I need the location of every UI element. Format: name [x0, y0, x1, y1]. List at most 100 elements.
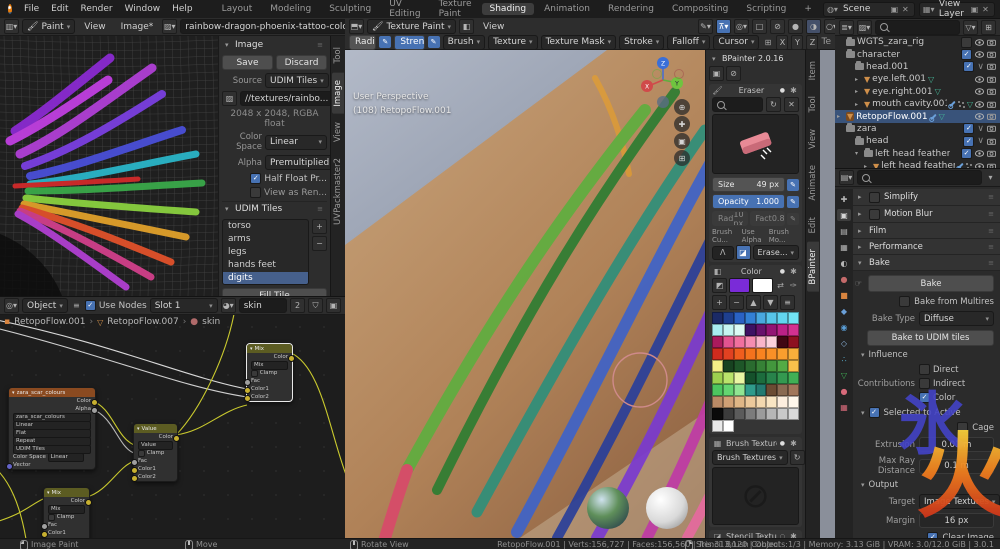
sidebar-tab-view[interactable]: View — [807, 122, 819, 156]
cage-checkbox[interactable] — [957, 422, 968, 433]
shading-wireframe-icon[interactable]: ⊘ — [770, 19, 785, 34]
palette-swatch[interactable] — [788, 360, 799, 372]
bake-type-dropdown[interactable]: Diffuse▾ — [919, 311, 994, 326]
modifier-properties-tab[interactable]: ◆ — [837, 305, 851, 317]
disable-in-renders-camera-icon[interactable] — [987, 63, 996, 70]
expand-arrow-icon[interactable]: ▸ — [855, 88, 862, 95]
palette-swatch[interactable] — [756, 396, 767, 408]
delete-scene-icon[interactable]: ✕ — [900, 5, 911, 14]
max-ray-distance-field[interactable]: 0.1 m — [919, 459, 994, 474]
brush-curve-widget[interactable]: Λ — [712, 246, 734, 260]
shading-material-icon[interactable]: ◑ — [806, 19, 821, 34]
palette-swatch[interactable] — [766, 408, 777, 420]
palette-swatch[interactable] — [745, 360, 756, 372]
mirror-z-toggle[interactable]: Z — [806, 35, 818, 50]
hide-in-viewport-eye-icon[interactable] — [975, 76, 984, 83]
hide-in-viewport-eye-icon[interactable] — [975, 39, 984, 46]
size-pressure-icon[interactable]: ✎ — [787, 179, 799, 191]
palette-swatch[interactable] — [788, 372, 799, 384]
expand-arrow-icon[interactable]: ▸ — [855, 101, 862, 108]
selected-to-active-checkbox[interactable]: ✓ — [869, 407, 880, 418]
material-users-badge[interactable]: 2 — [290, 298, 305, 313]
texture-properties-tab[interactable]: ▦ — [837, 401, 851, 413]
use-alpha-toggle[interactable]: ◪ — [736, 245, 751, 260]
palette-swatch[interactable] — [723, 420, 734, 432]
outliner-row[interactable]: head✓∨ — [835, 135, 1000, 147]
sidebar-tab-uvpackmaster2[interactable]: UVPackmaster2 — [332, 151, 344, 232]
add-color-button[interactable]: + — [712, 295, 727, 310]
film-panel[interactable]: ▸Film≡ — [853, 223, 1000, 239]
selected-to-active-subpanel[interactable]: ▾✓Selected to Active — [853, 407, 994, 418]
palette-swatch[interactable] — [734, 384, 745, 396]
sidebar-tab-image[interactable]: Image — [332, 73, 344, 114]
render-properties-tab[interactable]: ▣ — [837, 209, 851, 221]
properties-search-field[interactable] — [857, 170, 982, 185]
palette-swatch[interactable] — [723, 372, 734, 384]
new-material-icon[interactable]: ▣ — [326, 298, 341, 313]
exclude-checkbox[interactable]: ✓ — [963, 136, 974, 147]
palette-swatch[interactable] — [766, 384, 777, 396]
outliner-row[interactable]: head.001✓∨ — [835, 61, 1000, 73]
hide-in-viewport-eye-icon[interactable] — [975, 101, 984, 108]
object-properties-tab[interactable]: ■ — [837, 289, 851, 301]
sort-palette-button[interactable]: ≡ — [780, 295, 795, 310]
fact-slider[interactable]: Fact0.800 — [750, 211, 786, 226]
radius-pressure-icon[interactable]: ✎ — [379, 36, 391, 48]
filter-icon[interactable]: ▽▾ — [963, 20, 978, 35]
outliner-row[interactable]: character✓ — [835, 48, 1000, 60]
refresh-brushes-icon[interactable]: ↻ — [766, 97, 781, 112]
particle-properties-tab[interactable]: ∴ — [837, 353, 851, 365]
performance-panel[interactable]: ▸Performance≡ — [853, 239, 1000, 255]
menu-icon[interactable]: ≡ — [71, 301, 82, 310]
hide-in-viewport-eye-icon[interactable] — [975, 51, 984, 58]
palette-swatch[interactable] — [723, 336, 734, 348]
brush-settings-gear-icon[interactable]: ✱ — [788, 86, 799, 95]
palette-swatch[interactable] — [712, 312, 723, 324]
alpha-dropdown[interactable]: Premultiplied▾ — [265, 155, 330, 170]
influence-subpanel[interactable]: ▾Influence — [853, 350, 994, 360]
palette-swatch[interactable] — [745, 348, 756, 360]
palette-swatch[interactable] — [756, 372, 767, 384]
mirror-y-toggle[interactable]: Y — [791, 35, 803, 50]
outliner-row[interactable]: zara✓∨ — [835, 123, 1000, 135]
palette-swatch[interactable] — [766, 324, 777, 336]
palette-swatch[interactable] — [766, 348, 777, 360]
disable-in-renders-camera-icon[interactable] — [987, 125, 996, 132]
outliner-row[interactable]: ▾left head feather✓ — [835, 148, 1000, 160]
node-mix-middle[interactable]: ▾Value Color Value Clamp Fac Color1 Colo… — [133, 423, 178, 482]
editor-type-icon[interactable]: ⬒▾ — [349, 19, 364, 34]
palette-swatch[interactable] — [788, 396, 799, 408]
workspace-tab-texture-paint[interactable]: Texture Paint — [431, 0, 480, 20]
palette-swatch[interactable] — [723, 324, 734, 336]
bpainter-panel-header[interactable]: ▾BPainter 2.0.16 — [709, 52, 802, 65]
hide-chevron-icon[interactable]: ∨ — [977, 136, 984, 146]
palette-swatch[interactable] — [734, 348, 745, 360]
menu-image[interactable]: Image* — [115, 22, 160, 32]
palette-swatch[interactable] — [756, 312, 767, 324]
hide-in-viewport-eye-icon[interactable] — [975, 150, 984, 157]
stencil-settings-gear-icon[interactable]: ✱ — [788, 532, 799, 538]
exclude-checkbox[interactable]: ✓ — [963, 61, 974, 72]
disable-in-renders-camera-icon[interactable] — [987, 138, 996, 145]
fake-user-shield-icon[interactable]: ⛉ — [308, 298, 323, 313]
clear-search-icon[interactable]: ✕ — [784, 97, 799, 112]
palette-swatch[interactable] — [734, 312, 745, 324]
material-properties-tab[interactable]: ● — [837, 385, 851, 397]
palette-swatch[interactable] — [712, 324, 723, 336]
palette-swatch[interactable] — [745, 384, 756, 396]
palette-swatch[interactable] — [788, 324, 799, 336]
disable-in-renders-camera-icon[interactable] — [987, 51, 996, 58]
motion-blur-panel[interactable]: ▸Motion Blur≡ — [853, 206, 1000, 223]
delete-view-layer-icon[interactable]: ✕ — [980, 5, 991, 14]
tool-properties-tab[interactable]: ✚ — [837, 193, 851, 205]
shading-solid-icon[interactable]: ● — [788, 19, 803, 34]
pin-icon[interactable]: ● — [780, 87, 785, 94]
palette-swatch[interactable] — [723, 396, 734, 408]
brush-textures-dropdown[interactable]: Brush Textures▾ — [712, 450, 788, 465]
palette-swatch[interactable] — [745, 408, 756, 420]
palette-swatch[interactable] — [788, 408, 799, 420]
erase-mode-toggle[interactable]: ⊘ — [726, 66, 741, 81]
brush-opacity-slider[interactable]: Opacity1.000 — [712, 194, 785, 209]
pin-icon[interactable]: ● — [780, 268, 785, 275]
workspace-tab-animation[interactable]: Animation — [536, 3, 598, 15]
